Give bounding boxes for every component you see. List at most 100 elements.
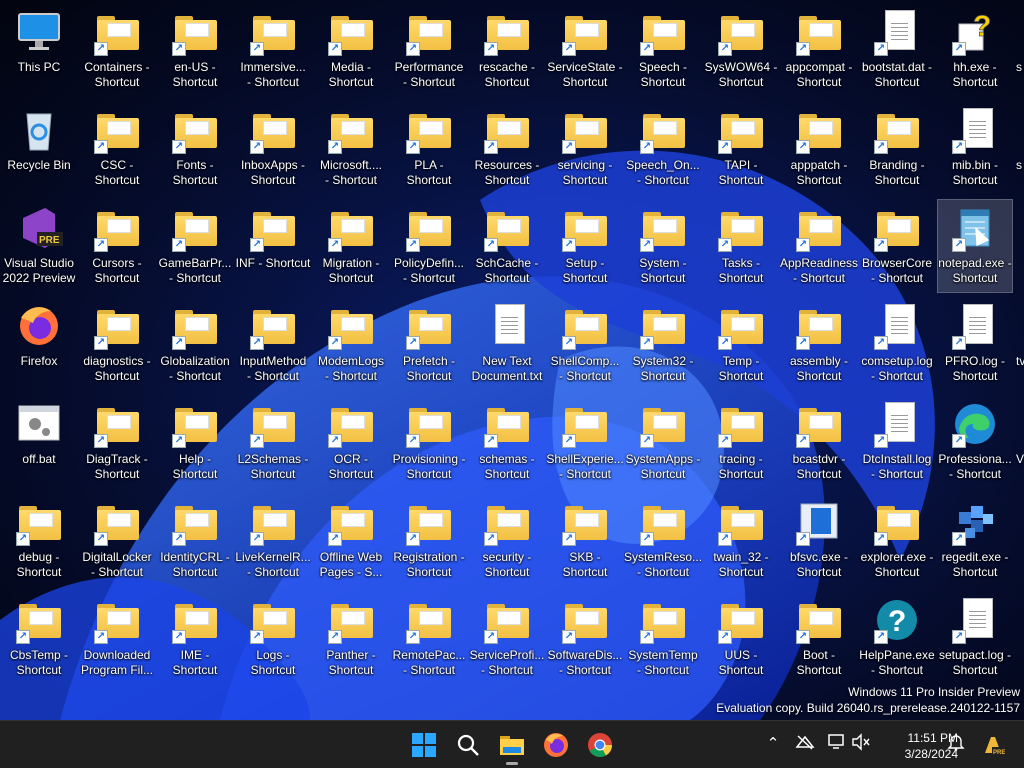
show-hidden-icons-chevron-up-icon[interactable]: ⌃: [762, 733, 784, 755]
desktop-item[interactable]: ↗ notepad.exe - Shortcut: [937, 199, 1013, 293]
desktop-item[interactable]: ↗ Panther - Shortcut: [314, 592, 388, 684]
desktop-item[interactable]: ↗ explorer.exe - Shortcut: [860, 494, 934, 586]
desktop-item[interactable]: ↗ Microsoft.... - Shortcut: [314, 102, 388, 194]
desktop-item[interactable]: ↗ PFRO.log - Shortcut: [938, 298, 1012, 390]
desktop-item[interactable]: ↗ assembly - Shortcut: [782, 298, 856, 390]
desktop-item[interactable]: Firefox: [2, 298, 76, 390]
desktop-item[interactable]: This PC: [2, 4, 76, 96]
desktop-item[interactable]: ↗ security - Shortcut: [470, 494, 544, 586]
desktop-item[interactable]: ↗ SKB - Shortcut: [548, 494, 622, 586]
desktop-item[interactable]: PRE Visual Studio 2022 Preview: [2, 200, 76, 292]
desktop-item[interactable]: ↗ PLA - Shortcut: [392, 102, 466, 194]
desktop-item[interactable]: ↗ ServiceProfi... - Shortcut: [470, 592, 544, 684]
volume-muted-icon[interactable]: [850, 733, 872, 755]
desktop-item[interactable]: ↗ Media - Shortcut: [314, 4, 388, 96]
desktop-item[interactable]: ↗ Immersive... - Shortcut: [236, 4, 310, 96]
desktop-item[interactable]: ↗ bootstat.dat - Shortcut: [860, 4, 934, 96]
desktop-item[interactable]: ↗ rescache - Shortcut: [470, 4, 544, 96]
desktop-item[interactable]: ↗ IdentityCRL - Shortcut: [158, 494, 232, 586]
desktop-item[interactable]: ↗ OCR - Shortcut: [314, 396, 388, 488]
notification-bell-icon[interactable]: [945, 733, 967, 755]
desktop[interactable]: This PC Recycle Bin PRE Visual Studio 2022 …: [0, 0, 1024, 720]
desktop-item[interactable]: ↗ ModemLogs - Shortcut: [314, 298, 388, 390]
desktop-item[interactable]: ↗ Containers - Shortcut: [80, 4, 154, 96]
desktop-item[interactable]: ↗ LiveKernelR... - Shortcut: [235, 494, 311, 586]
desktop-item[interactable]: ↗ appcompat - Shortcut: [782, 4, 856, 96]
desktop-item[interactable]: ↗ Performance - Shortcut: [392, 4, 466, 96]
desktop-item[interactable]: ↗ servicing - Shortcut: [548, 102, 622, 194]
desktop-item[interactable]: off.bat: [2, 396, 76, 488]
network-disconnected-icon[interactable]: [794, 733, 816, 755]
desktop-item[interactable]: ↗ ShellExperie... - Shortcut: [546, 396, 624, 488]
desktop-item[interactable]: ↗ Registration - Shortcut: [392, 494, 466, 586]
desktop-item[interactable]: ? ↗ hh.exe - Shortcut: [938, 4, 1012, 96]
desktop-item[interactable]: ↗ InputMethod - Shortcut: [236, 298, 310, 390]
desktop-item[interactable]: ↗ Fonts - Shortcut: [158, 102, 232, 194]
desktop-item[interactable]: ↗ Globalization - Shortcut: [158, 298, 232, 390]
desktop-item[interactable]: ↗ Downloaded Program Fil...: [80, 592, 154, 684]
cutoff-desktop-label[interactable]: s: [1016, 60, 1022, 74]
desktop-item[interactable]: ↗ SystemReso... - Shortcut: [624, 494, 702, 586]
desktop-item[interactable]: ↗ DiagTrack - Shortcut: [80, 396, 154, 488]
desktop-item[interactable]: ↗ CSC - Shortcut: [80, 102, 154, 194]
desktop-item[interactable]: ↗ Migration - Shortcut: [314, 200, 388, 292]
desktop-item[interactable]: ↗ Professiona... - Shortcut: [938, 396, 1012, 488]
desktop-item[interactable]: Recycle Bin: [2, 102, 76, 194]
desktop-item[interactable]: ↗ SchCache - Shortcut: [470, 200, 544, 292]
desktop-item[interactable]: ↗ schemas - Shortcut: [470, 396, 544, 488]
firefox-taskbar-button[interactable]: [538, 727, 574, 763]
desktop-item[interactable]: ↗ Offline Web Pages - S...: [314, 494, 388, 586]
desktop-item[interactable]: ↗ apppatch - Shortcut: [782, 102, 856, 194]
desktop-item[interactable]: ↗ Prefetch - Shortcut: [392, 298, 466, 390]
desktop-item[interactable]: ↗ ServiceState - Shortcut: [547, 4, 623, 96]
desktop-item[interactable]: ↗ Branding - Shortcut: [860, 102, 934, 194]
desktop-item[interactable]: ↗ Tasks - Shortcut: [704, 200, 778, 292]
desktop-item[interactable]: ↗ SystemTemp - Shortcut: [626, 592, 700, 684]
desktop-item[interactable]: ↗ Setup - Shortcut: [548, 200, 622, 292]
desktop-item[interactable]: ↗ Temp - Shortcut: [704, 298, 778, 390]
desktop-item[interactable]: ↗ CbsTemp - Shortcut: [2, 592, 76, 684]
desktop-item[interactable]: ↗ INF - Shortcut: [236, 200, 310, 292]
desktop-item[interactable]: ↗ tracing - Shortcut: [704, 396, 778, 488]
desktop-item[interactable]: ↗ Speech_On... - Shortcut: [626, 102, 700, 194]
desktop-item[interactable]: ↗ DtcInstall.log - Shortcut: [860, 396, 934, 488]
desktop-item[interactable]: ↗ debug - Shortcut: [2, 494, 76, 586]
desktop-item[interactable]: ↗ Resources - Shortcut: [470, 102, 544, 194]
desktop-item[interactable]: ↗ mib.bin - Shortcut: [938, 102, 1012, 194]
desktop-item[interactable]: ↗ SoftwareDis... - Shortcut: [548, 592, 622, 684]
desktop-item[interactable]: ↗ regedit.exe - Shortcut: [938, 494, 1012, 586]
desktop-item[interactable]: ↗ Boot - Shortcut: [782, 592, 856, 684]
desktop-item[interactable]: ? ↗ HelpPane.exe - Shortcut: [859, 592, 935, 684]
desktop-item[interactable]: ↗ SystemApps - Shortcut: [626, 396, 700, 488]
desktop-item[interactable]: ↗ AppReadiness - Shortcut: [780, 200, 858, 292]
desktop-item[interactable]: ↗ PolicyDefin... - Shortcut: [392, 200, 466, 292]
desktop-item[interactable]: ↗ TAPI - Shortcut: [704, 102, 778, 194]
desktop-item[interactable]: ↗ InboxApps - Shortcut: [236, 102, 310, 194]
desktop-item[interactable]: ↗ GameBarPr... - Shortcut: [158, 200, 232, 292]
desktop-item[interactable]: ↗ UUS - Shortcut: [704, 592, 778, 684]
desktop-item[interactable]: ↗ System32 - Shortcut: [626, 298, 700, 390]
copilot-pre-icon[interactable]: PRE: [980, 733, 1006, 756]
desktop-item[interactable]: ↗ Cursors - Shortcut: [80, 200, 154, 292]
start-button[interactable]: [406, 727, 442, 763]
desktop-item[interactable]: ↗ DigitalLocker - Shortcut: [80, 494, 154, 586]
desktop-item[interactable]: ↗ en-US - Shortcut: [158, 4, 232, 96]
chrome-taskbar-button[interactable]: [582, 727, 618, 763]
desktop-item[interactable]: ↗ Provisioning - Shortcut: [392, 396, 466, 488]
desktop-item[interactable]: ↗ comsetup.log - Shortcut: [860, 298, 934, 390]
desktop-item[interactable]: ↗ IME - Shortcut: [158, 592, 232, 684]
desktop-item[interactable]: ↗ setupact.log - Shortcut: [938, 592, 1012, 684]
desktop-item[interactable]: ↗ Logs - Shortcut: [236, 592, 310, 684]
desktop-item[interactable]: ↗ L2Schemas - Shortcut: [236, 396, 310, 488]
desktop-item[interactable]: ↗ diagnostics - Shortcut: [80, 298, 154, 390]
desktop-item[interactable]: ↗ System - Shortcut: [626, 200, 700, 292]
desktop-item[interactable]: ↗ ShellComp... - Shortcut: [548, 298, 622, 390]
desktop-item[interactable]: ↗ bfsvc.exe - Shortcut: [782, 494, 856, 586]
cutoff-desktop-label[interactable]: tv: [1016, 354, 1024, 368]
search-button[interactable]: [450, 727, 486, 763]
cutoff-desktop-label[interactable]: V: [1016, 452, 1024, 466]
desktop-item[interactable]: ↗ SysWOW64 - Shortcut: [704, 4, 778, 96]
desktop-item[interactable]: ↗ BrowserCore - Shortcut: [860, 200, 934, 292]
cutoff-desktop-label[interactable]: s: [1016, 158, 1022, 172]
file-explorer-button[interactable]: [494, 727, 530, 765]
